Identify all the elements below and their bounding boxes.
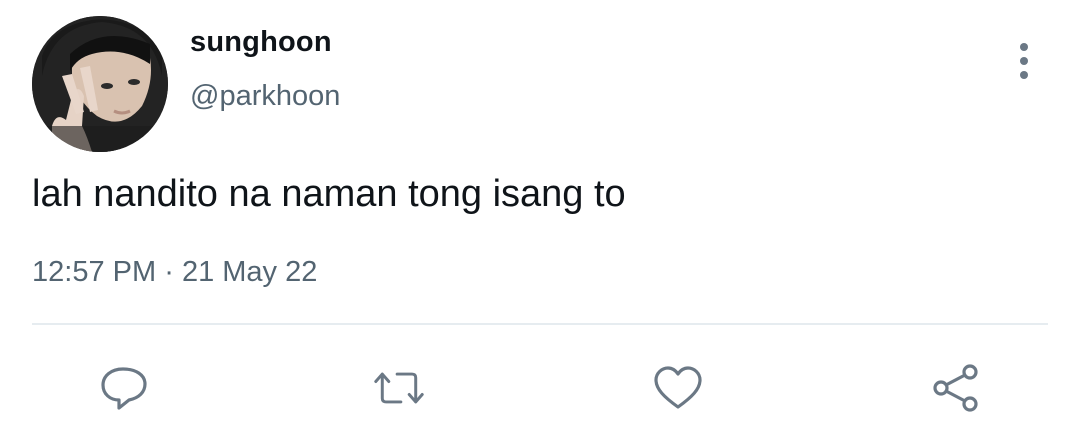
user-name[interactable]: sunghoon — [190, 26, 332, 59]
reply-icon — [101, 367, 147, 410]
heart-icon — [654, 366, 702, 409]
tweet-text: lah nandito na naman tong isang to — [32, 173, 626, 215]
user-handle[interactable]: @parkhoon — [190, 80, 340, 113]
tweet-card: sunghoon @parkhoon lah nandito na naman … — [0, 0, 1080, 446]
retweet-button[interactable] — [373, 362, 425, 414]
avatar[interactable] — [32, 16, 168, 152]
more-vertical-icon-dot — [1020, 57, 1028, 65]
more-vertical-icon — [1020, 43, 1028, 51]
more-vertical-icon-dot — [1020, 71, 1028, 79]
retweet-icon — [374, 372, 424, 404]
divider — [32, 323, 1048, 325]
reply-button[interactable] — [98, 362, 150, 414]
share-button[interactable] — [930, 362, 982, 414]
more-options-button[interactable] — [1004, 36, 1044, 86]
like-button[interactable] — [652, 362, 704, 414]
avatar-photo — [32, 16, 168, 152]
meta-separator: · — [164, 256, 174, 288]
tweet-date[interactable]: 21 May 22 — [182, 256, 317, 288]
share-icon — [933, 364, 978, 412]
tweet-time[interactable]: 12:57 PM — [32, 256, 156, 288]
tweet-timestamp: 12:57 PM · 21 May 22 — [32, 256, 317, 289]
